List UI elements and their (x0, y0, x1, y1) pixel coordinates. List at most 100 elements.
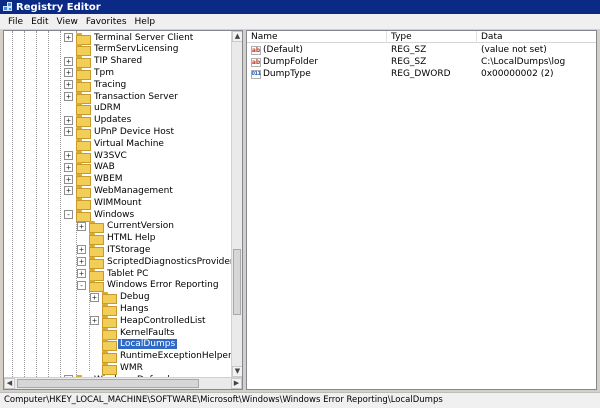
tree-node-label: WMR (120, 362, 143, 373)
expand-icon[interactable]: + (64, 33, 73, 42)
tree-vertical-scrollbar[interactable]: ▲ ▼ (231, 31, 242, 377)
folder-icon (102, 292, 117, 305)
value-data: 0x00000002 (2) (481, 69, 554, 79)
folder-icon (76, 56, 91, 69)
tree-node[interactable]: + Tablet PC (77, 268, 150, 281)
tree-node-label: Virtual Machine (94, 138, 164, 149)
tree-node-label: Transaction Server (94, 91, 178, 102)
column-name[interactable]: Name (247, 31, 387, 43)
collapse-icon[interactable]: - (77, 280, 86, 290)
tree-node-label: TermServLicensing (94, 44, 179, 55)
folder-icon (76, 44, 91, 57)
scroll-down-icon[interactable]: ▼ (232, 366, 242, 377)
expand-icon[interactable]: + (64, 151, 73, 160)
menu-view[interactable]: View (53, 17, 82, 27)
folder-icon (102, 315, 117, 328)
scroll-right-icon[interactable]: ▶ (231, 378, 242, 389)
tree-node[interactable]: + ScriptedDiagnosticsProvider (77, 256, 232, 269)
expand-icon[interactable]: + (77, 257, 86, 267)
tree-node[interactable]: Virtual Machine (64, 138, 166, 151)
folder-icon (76, 32, 91, 45)
tree-node[interactable]: LocalDumps (90, 339, 178, 352)
menu-file[interactable]: File (4, 17, 27, 27)
tree-node-label: Hangs (120, 303, 149, 314)
value-row[interactable]: 011 DumpType REG_DWORD 0x00000002 (2) (247, 68, 596, 80)
folder-icon (76, 162, 91, 175)
string-value-icon: ab (251, 45, 261, 55)
column-type[interactable]: Type (387, 31, 477, 43)
tree-node[interactable]: + HeapControlledList (90, 315, 208, 328)
tree-node[interactable]: + Transaction Server (64, 91, 180, 104)
menu-favorites[interactable]: Favorites (82, 17, 131, 27)
tree-scroll-thumb[interactable] (233, 249, 241, 315)
expand-icon[interactable]: + (64, 162, 73, 172)
tree-node[interactable]: + Tpm (64, 67, 116, 80)
tree-node[interactable]: WMR (90, 362, 145, 375)
tree-node[interactable]: + CurrentVersion (77, 221, 176, 234)
tree-node[interactable]: WIMMount (64, 197, 144, 210)
tree-node[interactable]: uDRM (64, 103, 123, 116)
scroll-left-icon[interactable]: ◀ (4, 378, 15, 389)
key-tree-pane[interactable]: + Terminal Server Client TermServLicensing… (3, 30, 243, 390)
folder-icon (76, 150, 91, 163)
tree-node[interactable]: + ITStorage (77, 244, 152, 257)
expand-icon[interactable]: + (64, 186, 73, 196)
menu-help[interactable]: Help (131, 17, 160, 27)
tree-hscroll-thumb[interactable] (17, 379, 199, 388)
menu-edit[interactable]: Edit (27, 17, 52, 27)
folder-icon (89, 256, 104, 269)
folder-icon (89, 233, 104, 246)
tree-node[interactable]: + Debug (90, 292, 152, 305)
expand-icon[interactable]: + (77, 269, 86, 278)
expand-icon[interactable]: + (90, 316, 99, 326)
tree-node[interactable]: + Terminal Server Client (64, 32, 195, 45)
tree-node[interactable]: - Windows Error Reporting (77, 280, 221, 293)
folder-icon (89, 221, 104, 234)
expand-icon[interactable]: + (64, 127, 73, 137)
tree-node[interactable]: + UPnP Device Host (64, 126, 176, 139)
value-name: DumpFolder (263, 57, 318, 67)
tree-node[interactable]: Hangs (90, 303, 150, 316)
tree-node-label: W3SVC (94, 150, 127, 161)
expand-icon[interactable]: + (64, 115, 73, 125)
expand-icon[interactable]: + (64, 92, 73, 101)
values-pane[interactable]: Name Type Data ab (Default) REG_SZ (valu… (246, 30, 597, 390)
column-data[interactable]: Data (477, 31, 596, 43)
expand-icon[interactable]: + (77, 221, 86, 231)
tree-horizontal-scrollbar[interactable]: ◀ ▶ (4, 377, 242, 389)
expand-icon[interactable]: + (64, 68, 73, 78)
value-row[interactable]: ab (Default) REG_SZ (value not set) (247, 44, 596, 56)
folder-icon (102, 351, 117, 364)
value-row[interactable]: ab DumpFolder REG_SZ C:\LocalDumps\log (247, 56, 596, 68)
expand-icon[interactable]: + (64, 56, 73, 66)
folder-icon (102, 339, 117, 352)
expand-icon[interactable]: + (77, 245, 86, 255)
tree-node-label: Tablet PC (107, 268, 149, 279)
expand-icon[interactable]: + (90, 292, 99, 302)
scroll-up-icon[interactable]: ▲ (232, 31, 242, 42)
tree-node[interactable]: - Windows (64, 209, 136, 222)
tree-node[interactable]: + WebManagement (64, 185, 175, 198)
tree-node[interactable]: + TIP Shared (64, 56, 144, 69)
folder-icon (76, 91, 91, 104)
tree-node[interactable]: RuntimeExceptionHelperModu (90, 351, 232, 364)
collapse-icon[interactable]: - (64, 210, 73, 219)
tree-node-label: WAB (94, 162, 115, 173)
expand-icon[interactable]: + (64, 80, 73, 90)
tree-node[interactable]: TermServLicensing (64, 44, 180, 57)
folder-icon (76, 209, 91, 222)
folder-icon (89, 280, 104, 293)
tree-node-label: Updates (94, 115, 132, 126)
expand-icon[interactable]: + (64, 174, 73, 184)
tree-node[interactable]: + WBEM (64, 174, 125, 187)
tree-node[interactable]: HTML Help (77, 233, 157, 246)
tree-node[interactable]: + Updates (64, 115, 133, 128)
tree-node[interactable]: + W3SVC (64, 150, 129, 163)
tree-node[interactable]: KernelFaults (90, 327, 177, 340)
tree-node[interactable]: + WAB (64, 162, 117, 175)
tree-node[interactable]: + Tracing (64, 79, 128, 92)
folder-icon (102, 362, 117, 375)
